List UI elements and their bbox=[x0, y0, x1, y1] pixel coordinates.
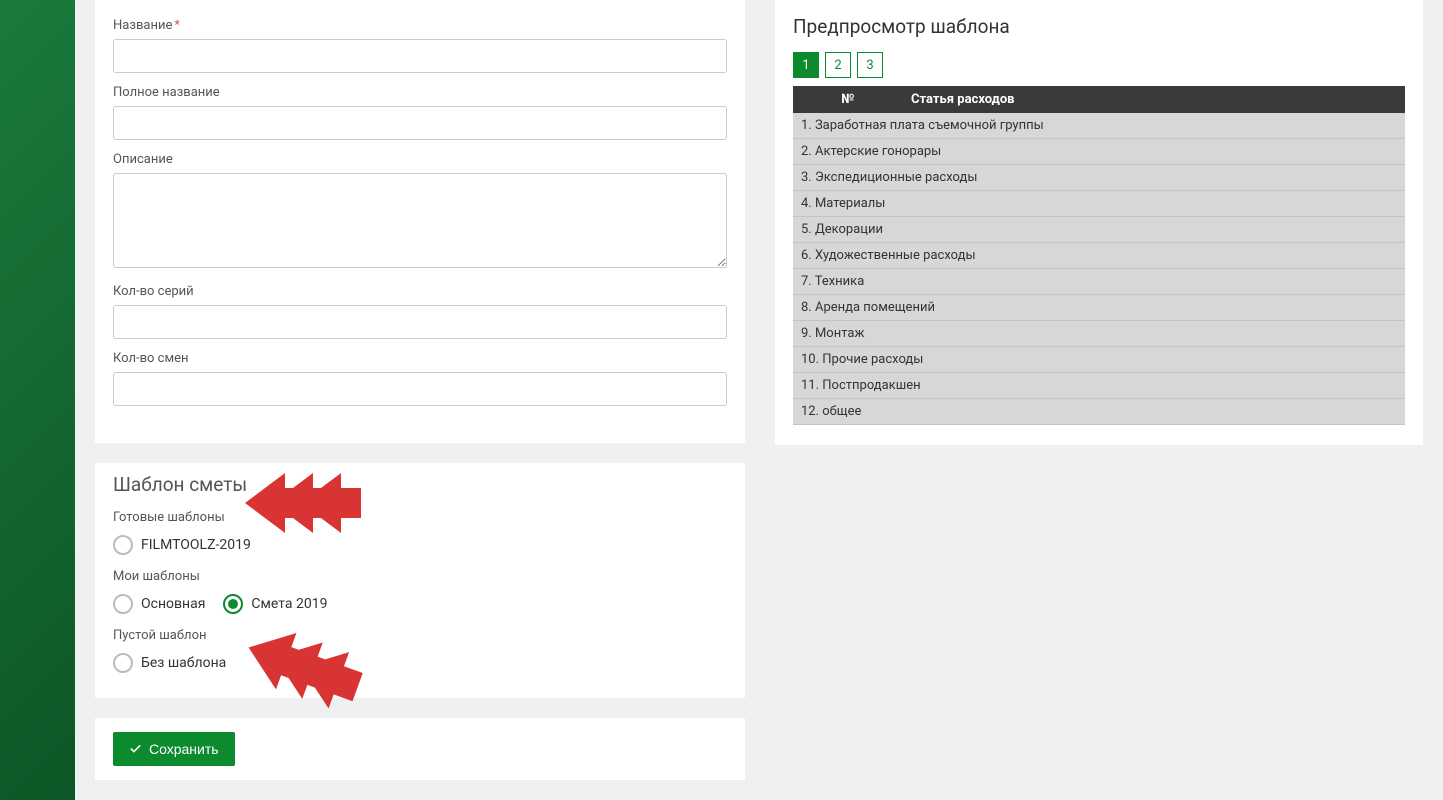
check-icon bbox=[129, 743, 142, 756]
col-item-header: Статья расходов bbox=[903, 86, 1405, 113]
shifts-count-input[interactable] bbox=[113, 372, 727, 406]
my-template-option[interactable]: Смета 2019 bbox=[223, 594, 327, 614]
ready-template-option[interactable]: FILMTOOLZ-2019 bbox=[113, 535, 251, 555]
required-mark: * bbox=[174, 18, 180, 33]
table-row: 3. Экспедиционные расходы bbox=[793, 165, 1405, 191]
save-button[interactable]: Сохранить bbox=[113, 732, 235, 766]
template-panel: Шаблон сметы Готовые шаблоны FILMTOOLZ-2… bbox=[95, 463, 745, 698]
empty-template-label: Пустой шаблон bbox=[113, 628, 727, 643]
name-input[interactable] bbox=[113, 39, 727, 73]
template-title: Шаблон сметы bbox=[113, 473, 727, 496]
expense-item: 10. Прочие расходы bbox=[793, 347, 1405, 373]
preview-tab[interactable]: 1 bbox=[793, 52, 819, 78]
project-form-panel: Название* Полное название Описание Кол-в… bbox=[95, 0, 745, 443]
ready-templates-group: FILMTOOLZ-2019 bbox=[113, 535, 727, 555]
series-count-input[interactable] bbox=[113, 305, 727, 339]
expense-item: 6. Художественные расходы bbox=[793, 243, 1405, 269]
empty-template-option[interactable]: Без шаблона bbox=[113, 653, 226, 673]
table-row: 1. Заработная плата съемочной группы bbox=[793, 113, 1405, 139]
preview-tab[interactable]: 3 bbox=[857, 52, 883, 78]
my-templates-label: Мои шаблоны bbox=[113, 569, 727, 584]
save-button-label: Сохранить bbox=[149, 741, 219, 757]
table-row: 11. Постпродакшен bbox=[793, 373, 1405, 399]
radio-label: Без шаблона bbox=[141, 655, 226, 671]
preview-tab[interactable]: 2 bbox=[825, 52, 851, 78]
empty-template-group: Без шаблона bbox=[113, 653, 727, 673]
radio-icon bbox=[113, 653, 133, 673]
expense-item: 5. Декорации bbox=[793, 217, 1405, 243]
radio-icon bbox=[113, 594, 133, 614]
full-name-label: Полное название bbox=[113, 85, 727, 100]
my-template-option[interactable]: Основная bbox=[113, 594, 205, 614]
ready-templates-label: Готовые шаблоны bbox=[113, 510, 727, 525]
name-label: Название* bbox=[113, 18, 727, 33]
preview-table: № Статья расходов 1. Заработная плата съ… bbox=[793, 86, 1405, 425]
table-row: 12. общее bbox=[793, 399, 1405, 425]
description-textarea[interactable] bbox=[113, 173, 727, 268]
expense-item: 7. Техника bbox=[793, 269, 1405, 295]
name-label-text: Название bbox=[113, 18, 172, 33]
expense-item: 8. Аренда помещений bbox=[793, 295, 1405, 321]
actions-panel: Сохранить bbox=[95, 718, 745, 780]
table-row: 9. Монтаж bbox=[793, 321, 1405, 347]
preview-title: Предпросмотр шаблона bbox=[793, 15, 1405, 38]
description-label: Описание bbox=[113, 152, 727, 167]
table-row: 10. Прочие расходы bbox=[793, 347, 1405, 373]
preview-panel: Предпросмотр шаблона 123 № Статья расход… bbox=[775, 0, 1423, 445]
expense-item: 12. общее bbox=[793, 399, 1405, 425]
radio-icon bbox=[223, 594, 243, 614]
app-sidebar bbox=[0, 0, 75, 800]
series-count-label: Кол-во серий bbox=[113, 284, 727, 299]
full-name-input[interactable] bbox=[113, 106, 727, 140]
preview-tabs: 123 bbox=[793, 52, 1405, 78]
table-row: 2. Актерские гонорары bbox=[793, 139, 1405, 165]
expense-item: 1. Заработная плата съемочной группы bbox=[793, 113, 1405, 139]
expense-item: 3. Экспедиционные расходы bbox=[793, 165, 1405, 191]
expense-item: 2. Актерские гонорары bbox=[793, 139, 1405, 165]
radio-label: Смета 2019 bbox=[251, 596, 327, 612]
shifts-count-label: Кол-во смен bbox=[113, 351, 727, 366]
expense-item: 4. Материалы bbox=[793, 191, 1405, 217]
table-row: 4. Материалы bbox=[793, 191, 1405, 217]
expense-item: 11. Постпродакшен bbox=[793, 373, 1405, 399]
radio-label: FILMTOOLZ-2019 bbox=[141, 537, 251, 553]
table-row: 5. Декорации bbox=[793, 217, 1405, 243]
radio-icon bbox=[113, 535, 133, 555]
expense-item: 9. Монтаж bbox=[793, 321, 1405, 347]
table-row: 8. Аренда помещений bbox=[793, 295, 1405, 321]
my-templates-group: Основная Смета 2019 bbox=[113, 594, 727, 614]
table-row: 7. Техника bbox=[793, 269, 1405, 295]
col-number-header: № bbox=[793, 86, 903, 113]
table-row: 6. Художественные расходы bbox=[793, 243, 1405, 269]
radio-label: Основная bbox=[141, 596, 205, 612]
